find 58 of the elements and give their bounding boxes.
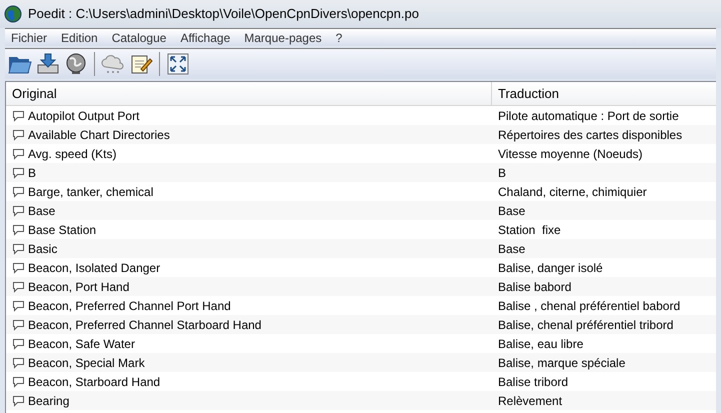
speech-bubble-icon — [12, 204, 25, 216]
table-cell-text: Répertoires des cartes disponibles — [497, 126, 684, 144]
menu-item[interactable]: Edition — [61, 28, 98, 46]
table-cell-text: Relèvement — [497, 392, 564, 410]
speech-bubble-icon — [12, 262, 25, 274]
table-cell-text: Basic — [28, 240, 58, 258]
table-cell-text: B — [497, 164, 508, 182]
fullscreen-icon[interactable] — [165, 51, 191, 77]
menu-item[interactable]: ? — [336, 28, 342, 46]
window-title: Poedit : C:\Users\admini\Desktop\Voile\OpenCpnDivers\opencpn.po — [28, 5, 419, 24]
speech-bubble-icon — [12, 242, 25, 254]
table-cell-text: Base — [28, 202, 56, 220]
speech-bubble-icon — [12, 166, 25, 178]
menu-item[interactable]: Catalogue — [112, 28, 166, 46]
table-cell-text: Barge, tanker, chemical — [28, 184, 154, 200]
table-cell-text: B — [28, 164, 36, 182]
table-cell-text: Balise , chenal préférentiel babord — [497, 298, 682, 314]
table-cell-text: Pilote automatique : Port de sortie — [497, 108, 680, 124]
speech-bubble-icon — [12, 128, 25, 140]
table-cell-text: Beacon, Special Mark — [28, 354, 145, 372]
table-cell-text: Station fixe — [497, 222, 562, 238]
table-cell-text: Balise, chenal préférentiel tribord — [497, 316, 674, 334]
speech-bubble-icon — [12, 394, 25, 406]
table-cell-text: Beacon, Preferred Channel Starboard Hand — [28, 316, 262, 334]
table-cell-text: Beacon, Port Hand — [28, 278, 130, 296]
table-cell-text: Beacon, Isolated Danger — [28, 260, 160, 276]
table-cell-text: Balise tribord — [497, 374, 570, 390]
column-header[interactable]: Traduction — [492, 82, 716, 105]
table-cell-text: Balise, danger isolé — [497, 260, 604, 276]
menu-item[interactable]: Affichage — [180, 28, 230, 46]
menu-item[interactable]: Fichier — [11, 28, 48, 46]
table-cell-text: Beacon, Starboard Hand — [28, 374, 160, 390]
menu-item[interactable]: Marque-pages — [244, 28, 322, 46]
table-cell-text: Autopilot Output Port — [28, 108, 140, 124]
table-cell-text: Balise, eau libre — [497, 336, 584, 352]
speech-bubble-icon — [12, 376, 25, 388]
speech-bubble-icon — [12, 148, 25, 160]
speech-bubble-icon — [12, 318, 25, 330]
table-cell-text: Chaland, citerne, chimiquier — [497, 184, 648, 200]
table-cell-text: Balise, marque spéciale — [497, 354, 626, 372]
table-cell-text: Base — [497, 202, 526, 220]
table-cell-text: Beacon, Preferred Channel Port Hand — [28, 298, 231, 314]
table-cell-text: Base Station — [28, 222, 96, 238]
table-cell-text: Base — [497, 240, 526, 258]
speech-bubble-icon — [12, 300, 25, 312]
table-cell-text: Bearing — [28, 392, 70, 410]
speech-bubble-icon — [12, 280, 25, 292]
table-cell-text: Balise babord — [497, 278, 572, 296]
speech-bubble-icon — [12, 110, 25, 122]
table-cell-text: Avg. speed (Kts) — [28, 146, 116, 162]
speech-bubble-icon — [12, 338, 25, 350]
table-cell-text: Available Chart Directories — [28, 126, 170, 144]
speech-bubble-icon — [12, 186, 25, 198]
speech-bubble-icon — [12, 224, 25, 236]
column-header[interactable]: Original — [6, 82, 492, 105]
table-cell-text: Vitesse moyenne (Noeuds) — [497, 146, 644, 162]
table-cell-text: Beacon, Safe Water — [28, 336, 135, 352]
speech-bubble-icon — [12, 356, 25, 368]
